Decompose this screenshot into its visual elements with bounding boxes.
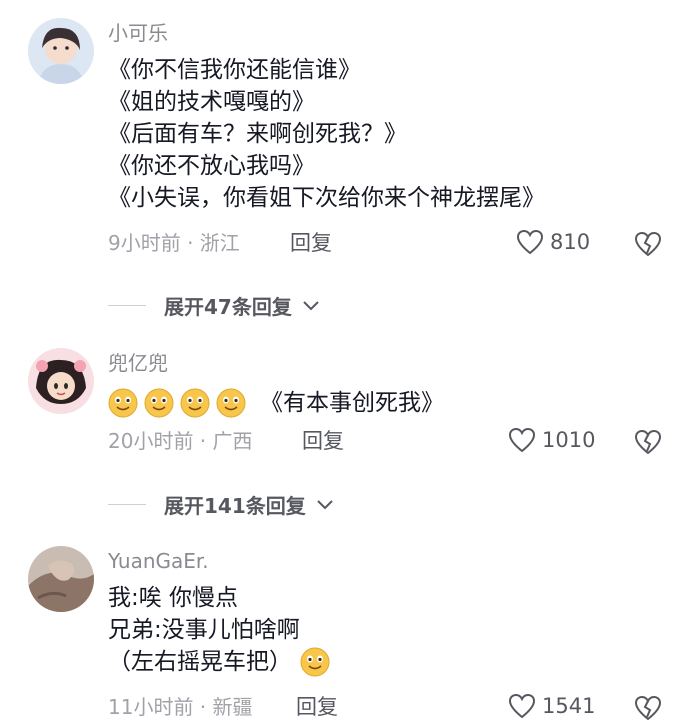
like-count: 1010: [542, 428, 596, 452]
comment-line: 《你还不放心我吗》: [108, 153, 315, 179]
heart-outline-icon: [516, 229, 544, 255]
username[interactable]: YuanGaEr.: [108, 548, 209, 574]
like-button[interactable]: 810: [516, 229, 590, 255]
comment-line-text: （左右摇晃车把）: [108, 649, 292, 675]
comment-meta: 11小时前 · 新疆: [108, 695, 253, 719]
smile-emoji-icon: [108, 388, 138, 418]
comment-line: 《你不信我你还能信谁》: [108, 57, 361, 83]
divider: [108, 305, 146, 306]
reply-button[interactable]: 回复: [296, 694, 338, 720]
comment-line: 我:唉 你慢点: [108, 585, 239, 611]
smile-emoji-icon: [300, 647, 330, 677]
broken-heart-icon[interactable]: [634, 231, 662, 257]
expand-replies-label: 展开47条回复: [164, 295, 292, 319]
comment-3: YuanGaEr. 我:唉 你慢点 兄弟:没事儿怕啥啊 （左右摇晃车把） 11小…: [0, 530, 690, 727]
like-button[interactable]: 1010: [508, 427, 595, 453]
expand-replies-button[interactable]: 展开141条回复: [108, 490, 334, 519]
divider: [108, 504, 146, 505]
smile-emoji-icon: [216, 388, 246, 418]
smile-emoji-icon: [180, 388, 210, 418]
heart-outline-icon: [508, 427, 536, 453]
comment-line: 《后面有车？来啊创死我？》: [108, 121, 407, 147]
heart-outline-icon: [508, 693, 536, 719]
comment-1: 小可乐 《你不信我你还能信谁》 《姐的技术嘎嘎的》 《后面有车？来啊创死我？》 …: [0, 0, 690, 319]
comment-text: 我:唉 你慢点 兄弟:没事儿怕啥啊 （左右摇晃车把）: [108, 582, 336, 678]
avatar[interactable]: [28, 546, 94, 612]
reply-button[interactable]: 回复: [302, 428, 344, 454]
smile-emoji-icon: [144, 388, 174, 418]
like-button[interactable]: 1541: [508, 693, 595, 719]
comment-meta: 20小时前 · 广西: [108, 429, 253, 453]
comment-line: 《小失误，你看姐下次给你来个神龙摆尾》: [108, 185, 545, 211]
comment-meta: 9小时前 · 浙江: [108, 231, 240, 255]
comment-line: （左右摇晃车把）: [108, 646, 336, 678]
username[interactable]: 小可乐: [108, 20, 168, 46]
username[interactable]: 兜亿兜: [108, 350, 168, 376]
avatar[interactable]: [28, 18, 94, 84]
expand-replies-label: 展开141条回复: [164, 494, 306, 518]
avatar[interactable]: [28, 348, 94, 414]
like-count: 810: [550, 230, 591, 254]
comment-text: 《你不信我你还能信谁》 《姐的技术嘎嘎的》 《后面有车？来啊创死我？》 《你还不…: [108, 54, 545, 214]
comment-line: 《姐的技术嘎嘎的》: [108, 89, 315, 115]
expand-replies-button[interactable]: 展开47条回复: [108, 291, 320, 320]
comment-line: 《有本事创死我》: [108, 384, 444, 422]
broken-heart-icon[interactable]: [634, 429, 662, 455]
chevron-down-icon: [303, 300, 319, 310]
chevron-down-icon: [317, 499, 333, 509]
comment-2: 兜亿兜 《有本事创死我》 20小时前 · 广西 回复 1010 展开141条回复: [0, 330, 690, 530]
broken-heart-icon[interactable]: [634, 695, 662, 721]
comment-line: 《有本事创死我》: [260, 390, 444, 416]
like-count: 1541: [542, 694, 596, 718]
reply-button[interactable]: 回复: [290, 230, 332, 256]
comment-line: 兄弟:没事儿怕啥啊: [108, 617, 300, 643]
comment-text: 《有本事创死我》: [108, 384, 444, 422]
